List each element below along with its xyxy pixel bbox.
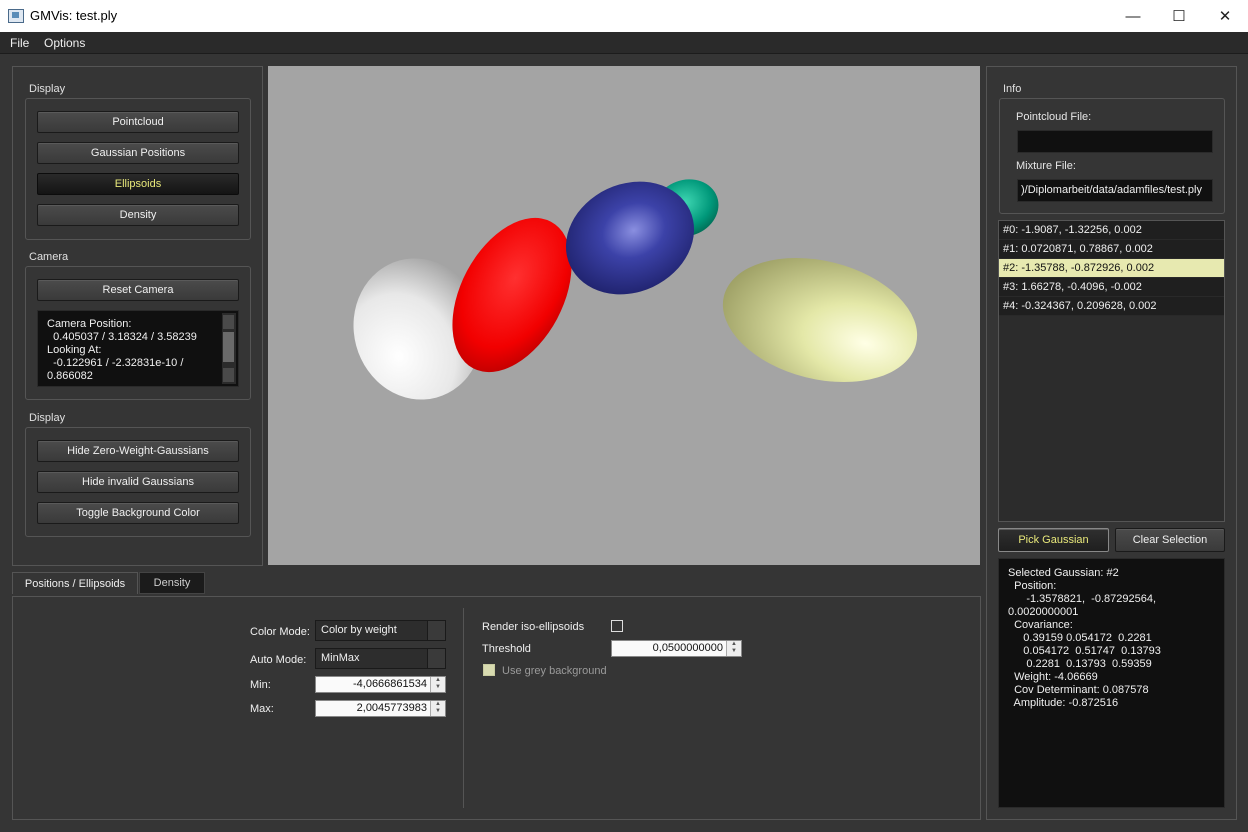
grey-background-checkbox[interactable]	[483, 664, 495, 676]
max-spinbox[interactable]: 2,0045773983 ▲ ▼	[315, 700, 446, 717]
menu-file[interactable]: File	[10, 36, 29, 50]
camera-group-label: Camera	[29, 251, 69, 263]
auto-mode-value: MinMax	[321, 652, 360, 664]
minimize-icon: —	[1125, 7, 1141, 25]
camera-info-line: Camera Position:	[47, 318, 132, 330]
menu-options[interactable]: Options	[44, 36, 85, 50]
max-value: 2,0045773983	[356, 702, 427, 714]
selected-gaussian-text: Selected Gaussian: #2 Position: -1.35788…	[1008, 567, 1161, 709]
render-viewport[interactable]	[268, 66, 980, 565]
gaussian-list-item[interactable]: #3: 1.66278, -0.4096, -0.002	[999, 278, 1224, 297]
gaussian-list-item[interactable]: #0: -1.9087, -1.32256, 0.002	[999, 221, 1224, 240]
render-iso-label: Render iso-ellipsoids	[482, 621, 585, 633]
close-button[interactable]: ✕	[1202, 0, 1248, 32]
title-bar: GMVis: test.ply — ☐ ✕	[0, 0, 1248, 32]
gaussian-list-item-selected[interactable]: #2: -1.35788, -0.872926, 0.002	[999, 259, 1224, 278]
pick-gaussian-button[interactable]: Pick Gaussian	[998, 528, 1109, 552]
clear-selection-button[interactable]: Clear Selection	[1115, 528, 1225, 552]
pointcloud-button[interactable]: Pointcloud	[37, 111, 239, 133]
tab-positions-ellipsoids[interactable]: Positions / Ellipsoids	[12, 572, 138, 594]
info-group-label: Info	[1003, 83, 1022, 95]
chevron-down-icon	[427, 649, 445, 668]
toggle-background-button[interactable]: Toggle Background Color	[37, 502, 239, 524]
left-panel: Display Pointcloud Gaussian Positions El…	[12, 66, 263, 566]
display2-group: Hide Zero-Weight-Gaussians Hide invalid …	[25, 427, 251, 537]
camera-info-line: Looking At:	[47, 344, 102, 356]
ellipsoid-scene	[353, 179, 918, 400]
hide-zero-weight-button[interactable]: Hide Zero-Weight-Gaussians	[37, 440, 239, 462]
camera-info-line: 0.866082	[47, 370, 93, 382]
color-mode-select[interactable]: Color by weight	[315, 620, 446, 641]
gaussian-positions-button[interactable]: Gaussian Positions	[37, 142, 239, 164]
chevron-down-icon	[427, 621, 445, 640]
color-mode-label: Color Mode:	[250, 626, 310, 638]
display2-group-label: Display	[29, 412, 66, 424]
auto-mode-select[interactable]: MinMax	[315, 648, 446, 669]
display-group-label: Display	[29, 83, 66, 95]
close-icon: ✕	[1218, 8, 1232, 25]
pointcloud-file-field[interactable]	[1017, 130, 1213, 153]
camera-info-line: 0.405037 / 3.18324 / 3.58239	[47, 331, 197, 343]
selected-gaussian-info: Selected Gaussian: #2 Position: -1.35788…	[998, 558, 1225, 808]
tab-density[interactable]: Density	[139, 572, 205, 594]
settings-divider	[463, 608, 464, 808]
gaussian-list-item[interactable]: #4: -0.324367, 0.209628, 0.002	[999, 297, 1224, 316]
maximize-button[interactable]: ☐	[1156, 0, 1202, 32]
display-group: Pointcloud Gaussian Positions Ellipsoids…	[25, 98, 251, 240]
threshold-spinbox[interactable]: 0,0500000000 ▲ ▼	[611, 640, 742, 657]
maximize-icon: ☐	[1172, 8, 1186, 25]
mixture-file-label: Mixture File:	[1016, 160, 1076, 172]
threshold-label: Threshold	[482, 643, 531, 655]
minimize-button[interactable]: —	[1110, 0, 1156, 32]
max-label: Max:	[250, 703, 274, 715]
hide-invalid-button[interactable]: Hide invalid Gaussians	[37, 471, 239, 493]
min-label: Min:	[250, 679, 271, 691]
grey-background-label: Use grey background	[502, 665, 607, 677]
spin-arrows-icon[interactable]: ▲ ▼	[726, 641, 741, 656]
scroll-thumb[interactable]	[223, 332, 234, 362]
menu-bar: File Options	[0, 32, 1248, 54]
density-button[interactable]: Density	[37, 204, 239, 226]
min-spinbox[interactable]: -4,0666861534 ▲ ▼	[315, 676, 446, 693]
scroll-up-arrow[interactable]	[223, 315, 234, 329]
color-mode-value: Color by weight	[321, 624, 397, 636]
scroll-down-arrow[interactable]	[223, 368, 234, 382]
camera-group: Reset Camera Camera Position: 0.405037 /…	[25, 266, 251, 400]
window-title: GMVis: test.ply	[30, 8, 118, 23]
camera-info-line: -0.122961 / -2.32831e-10 /	[47, 357, 184, 369]
spin-arrows-icon[interactable]: ▲ ▼	[430, 677, 445, 692]
app-icon	[8, 9, 24, 23]
auto-mode-label: Auto Mode:	[250, 654, 307, 666]
render-iso-checkbox[interactable]	[611, 620, 623, 632]
mixture-file-field[interactable]: )/Diplomarbeit/data/adamfiles/test.ply	[1017, 179, 1213, 202]
camera-info-scrollbar[interactable]	[221, 313, 236, 384]
cream-ellipsoid	[722, 257, 918, 383]
settings-panel: Color Mode: Color by weight Auto Mode: M…	[12, 596, 981, 820]
spin-arrows-icon[interactable]: ▲ ▼	[430, 701, 445, 716]
gaussian-list[interactable]: #0: -1.9087, -1.32256, 0.002 #1: 0.07208…	[998, 220, 1225, 522]
info-group: Pointcloud File: Mixture File: )/Diploma…	[999, 98, 1225, 214]
ellipsoids-button[interactable]: Ellipsoids	[37, 173, 239, 195]
reset-camera-button[interactable]: Reset Camera	[37, 279, 239, 301]
min-value: -4,0666861534	[352, 678, 427, 690]
gaussian-list-item[interactable]: #1: 0.0720871, 0.78867, 0.002	[999, 240, 1224, 259]
camera-info-box: Camera Position: 0.405037 / 3.18324 / 3.…	[37, 310, 239, 387]
threshold-value: 0,0500000000	[652, 642, 723, 654]
right-panel: Info Pointcloud File: Mixture File: )/Di…	[986, 66, 1237, 820]
pointcloud-file-label: Pointcloud File:	[1016, 111, 1092, 123]
